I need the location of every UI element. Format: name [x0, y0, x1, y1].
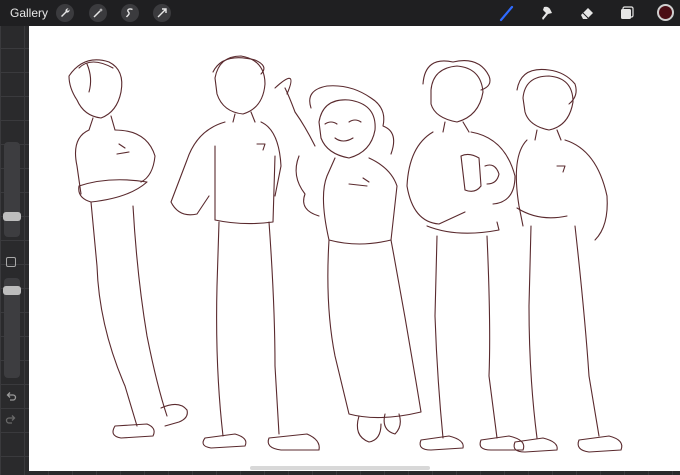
figure-1 [68, 59, 188, 439]
eraser-icon[interactable] [577, 3, 597, 23]
line-art-sketch [68, 55, 623, 453]
transform-icon[interactable] [153, 4, 171, 22]
drawing-canvas[interactable] [29, 26, 680, 471]
redo-icon[interactable] [5, 413, 17, 425]
modify-button[interactable] [6, 257, 16, 267]
smudge-icon[interactable] [537, 3, 557, 23]
left-sidebar [0, 130, 28, 430]
top-toolbar: Gallery [0, 0, 680, 26]
brush-icon[interactable] [497, 3, 517, 23]
figure-4 [406, 60, 525, 451]
selection-icon[interactable] [121, 4, 139, 22]
home-indicator [250, 466, 430, 470]
undo-icon[interactable] [5, 390, 17, 402]
figure-5 [513, 68, 623, 453]
wrench-icon[interactable] [56, 4, 74, 22]
color-swatch[interactable] [657, 4, 674, 21]
figure-3 [284, 85, 422, 443]
brush-size-slider[interactable] [3, 142, 21, 237]
magic-wand-icon[interactable] [89, 4, 107, 22]
opacity-slider[interactable] [3, 278, 21, 378]
gallery-button[interactable]: Gallery [10, 6, 48, 20]
opacity-thumb[interactable] [3, 286, 21, 295]
brush-size-thumb[interactable] [3, 212, 21, 221]
layers-icon[interactable] [616, 3, 636, 23]
